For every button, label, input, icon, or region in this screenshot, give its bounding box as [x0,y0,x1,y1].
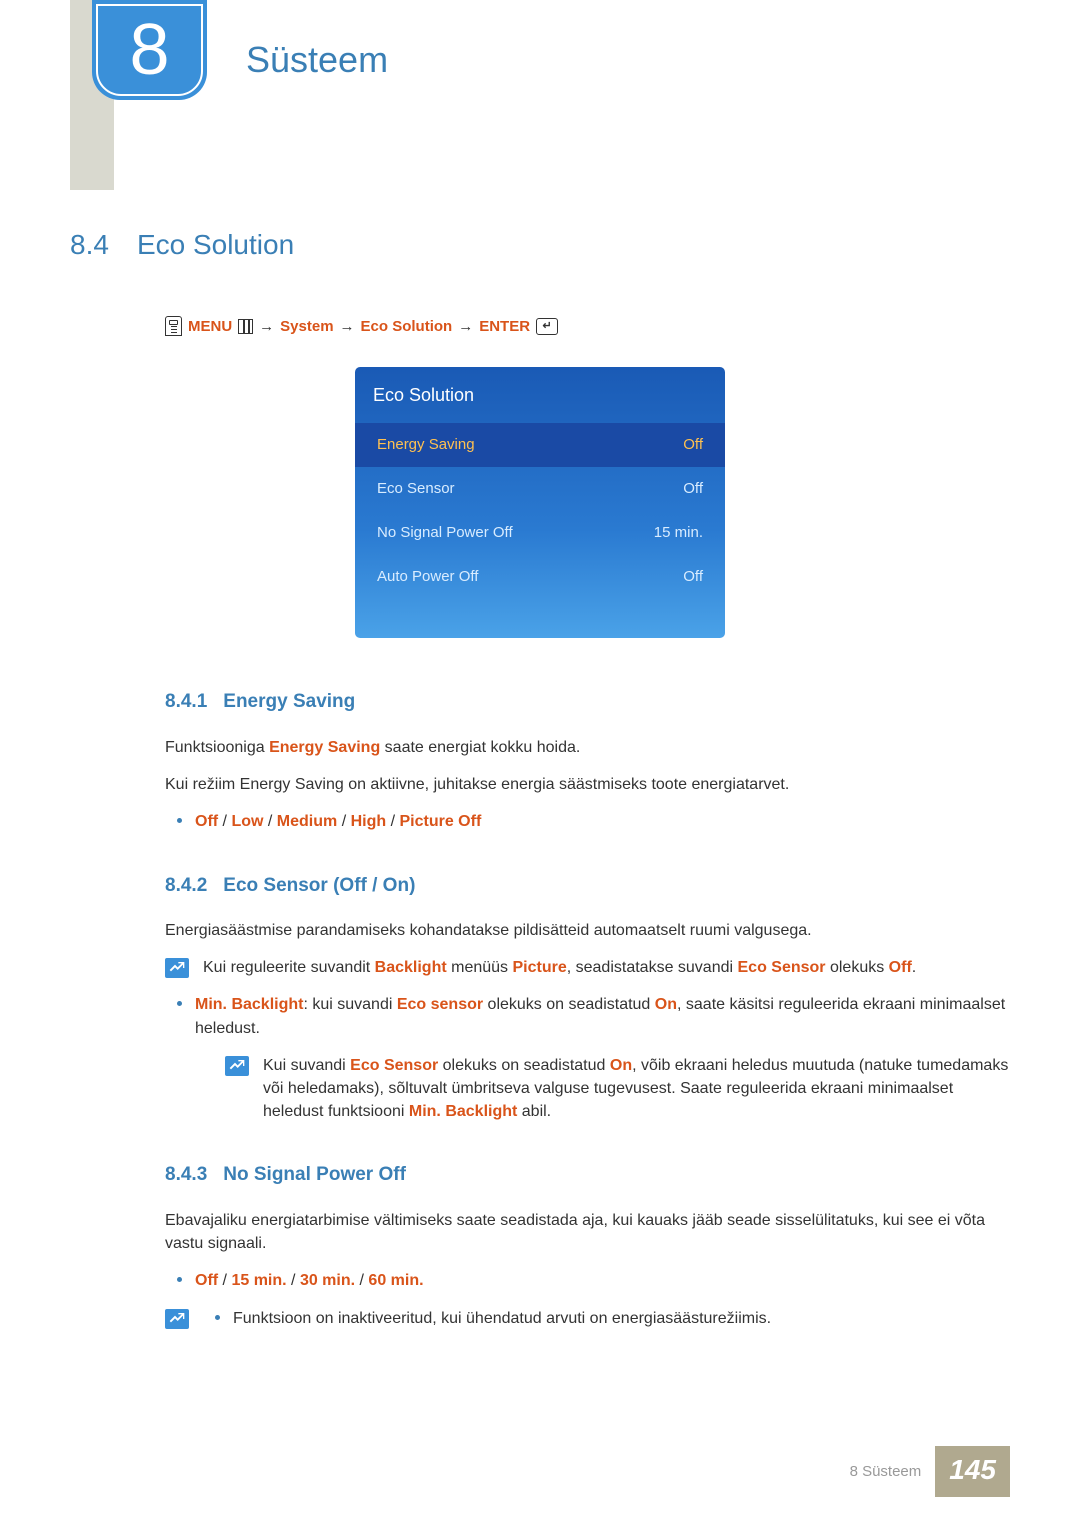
chapter-header: 8 Süsteem [70,0,1010,115]
osd-row-label: Auto Power Off [377,566,478,588]
option-item: Off / Low / Medium / High / Picture Off [165,810,1010,833]
remote-icon [165,316,182,336]
note-icon [165,1309,189,1329]
subsection-title: Energy Saving [223,691,355,712]
subsection-no-signal: 8.4.3 No Signal Power Off Ebavajaliku ene… [165,1161,1010,1343]
menupath-eco: Eco Solution [361,316,453,338]
subsection-number: 8.4.1 [165,691,207,712]
subsection-heading: 8.4.2 Eco Sensor (Off / On) [165,872,1010,900]
subsection-title: No Signal Power Off [223,1164,406,1185]
note-icon [165,958,189,978]
chapter-title: Süsteem [246,34,388,86]
osd-title: Eco Solution [355,367,725,423]
subsection-number: 8.4.2 [165,875,207,896]
enter-icon: ↵ [536,318,558,335]
note-text: Funktsioon on inaktiveeritud, kui ühenda… [203,1307,1010,1344]
paragraph: Energiasäästmise parandamiseks kohandata… [165,919,1010,942]
note: Kui suvandi Eco Sensor olekuks on seadis… [225,1054,1010,1124]
osd-row-no-signal[interactable]: No Signal Power Off 15 min. [355,511,725,555]
subsection-title: Eco Sensor (Off / On) [223,875,415,896]
osd-row-eco-sensor[interactable]: Eco Sensor Off [355,467,725,511]
footer-chapter-label: 8 Süsteem [850,1461,922,1483]
osd-row-energy-saving[interactable]: Energy Saving Off [355,423,725,467]
osd-row-label: Eco Sensor [377,478,455,500]
subsection-energy-saving: 8.4.1 Energy Saving Funktsiooniga Energy … [165,688,1010,833]
note-text: Kui suvandi Eco Sensor olekuks on seadis… [263,1054,1010,1124]
osd-row-value: Off [683,566,703,588]
menupath-menu: MENU [188,316,232,338]
section-heading: 8.4 Eco Solution [70,225,1010,266]
subsection-heading: 8.4.1 Energy Saving [165,688,1010,716]
subsection-heading: 8.4.3 No Signal Power Off [165,1161,1010,1189]
osd-menu: Eco Solution Energy Saving Off Eco Senso… [355,367,725,638]
option-list: Off / Low / Medium / High / Picture Off [165,810,1010,833]
note: Funktsioon on inaktiveeritud, kui ühenda… [165,1307,1010,1344]
arrow-icon: → [340,316,355,338]
subsection-number: 8.4.3 [165,1164,207,1185]
osd-row-label: Energy Saving [377,434,475,456]
option-item: Min. Backlight: kui suvandi Eco sensor o… [165,993,1010,1123]
paragraph: Funktsiooniga Energy Saving saate energi… [165,736,1010,759]
arrow-icon: → [259,316,274,338]
option-item: Off / 15 min. / 30 min. / 60 min. [165,1269,1010,1292]
section-title: Eco Solution [137,225,294,266]
note-icon [225,1056,249,1076]
section-number: 8.4 [70,225,109,266]
note-text: Kui reguleerite suvandit Backlight menüü… [203,956,1010,979]
osd-row-value: 15 min. [654,522,703,544]
paragraph: Kui režiim Energy Saving on aktiivne, ju… [165,773,1010,796]
option-list: Off / 15 min. / 30 min. / 60 min. [165,1269,1010,1292]
menupath-enter: ENTER [479,316,530,338]
osd-row-auto-power[interactable]: Auto Power Off Off [355,555,725,599]
arrow-icon: → [458,316,473,338]
note: Kui reguleerite suvandit Backlight menüü… [165,956,1010,979]
subsection-eco-sensor: 8.4.2 Eco Sensor (Off / On) Energiasäästm… [165,872,1010,1124]
menupath-system: System [280,316,333,338]
menu-path: MENU → System → Eco Solution → ENTER ↵ [165,316,1010,338]
note-bullet: Funktsioon on inaktiveeritud, kui ühenda… [203,1307,1010,1330]
menu-grid-icon [238,319,253,334]
osd-row-label: No Signal Power Off [377,522,513,544]
chapter-number-box: 8 [96,4,203,96]
osd-row-value: Off [683,478,703,500]
osd-row-value: Off [683,434,703,456]
option-list: Min. Backlight: kui suvandi Eco sensor o… [165,993,1010,1123]
paragraph: Ebavajaliku energiatarbimise vältimiseks… [165,1209,1010,1255]
footer-page-number: 145 [935,1446,1010,1497]
page-footer: 8 Süsteem 145 [850,1446,1010,1497]
chapter-number: 8 [129,0,169,102]
